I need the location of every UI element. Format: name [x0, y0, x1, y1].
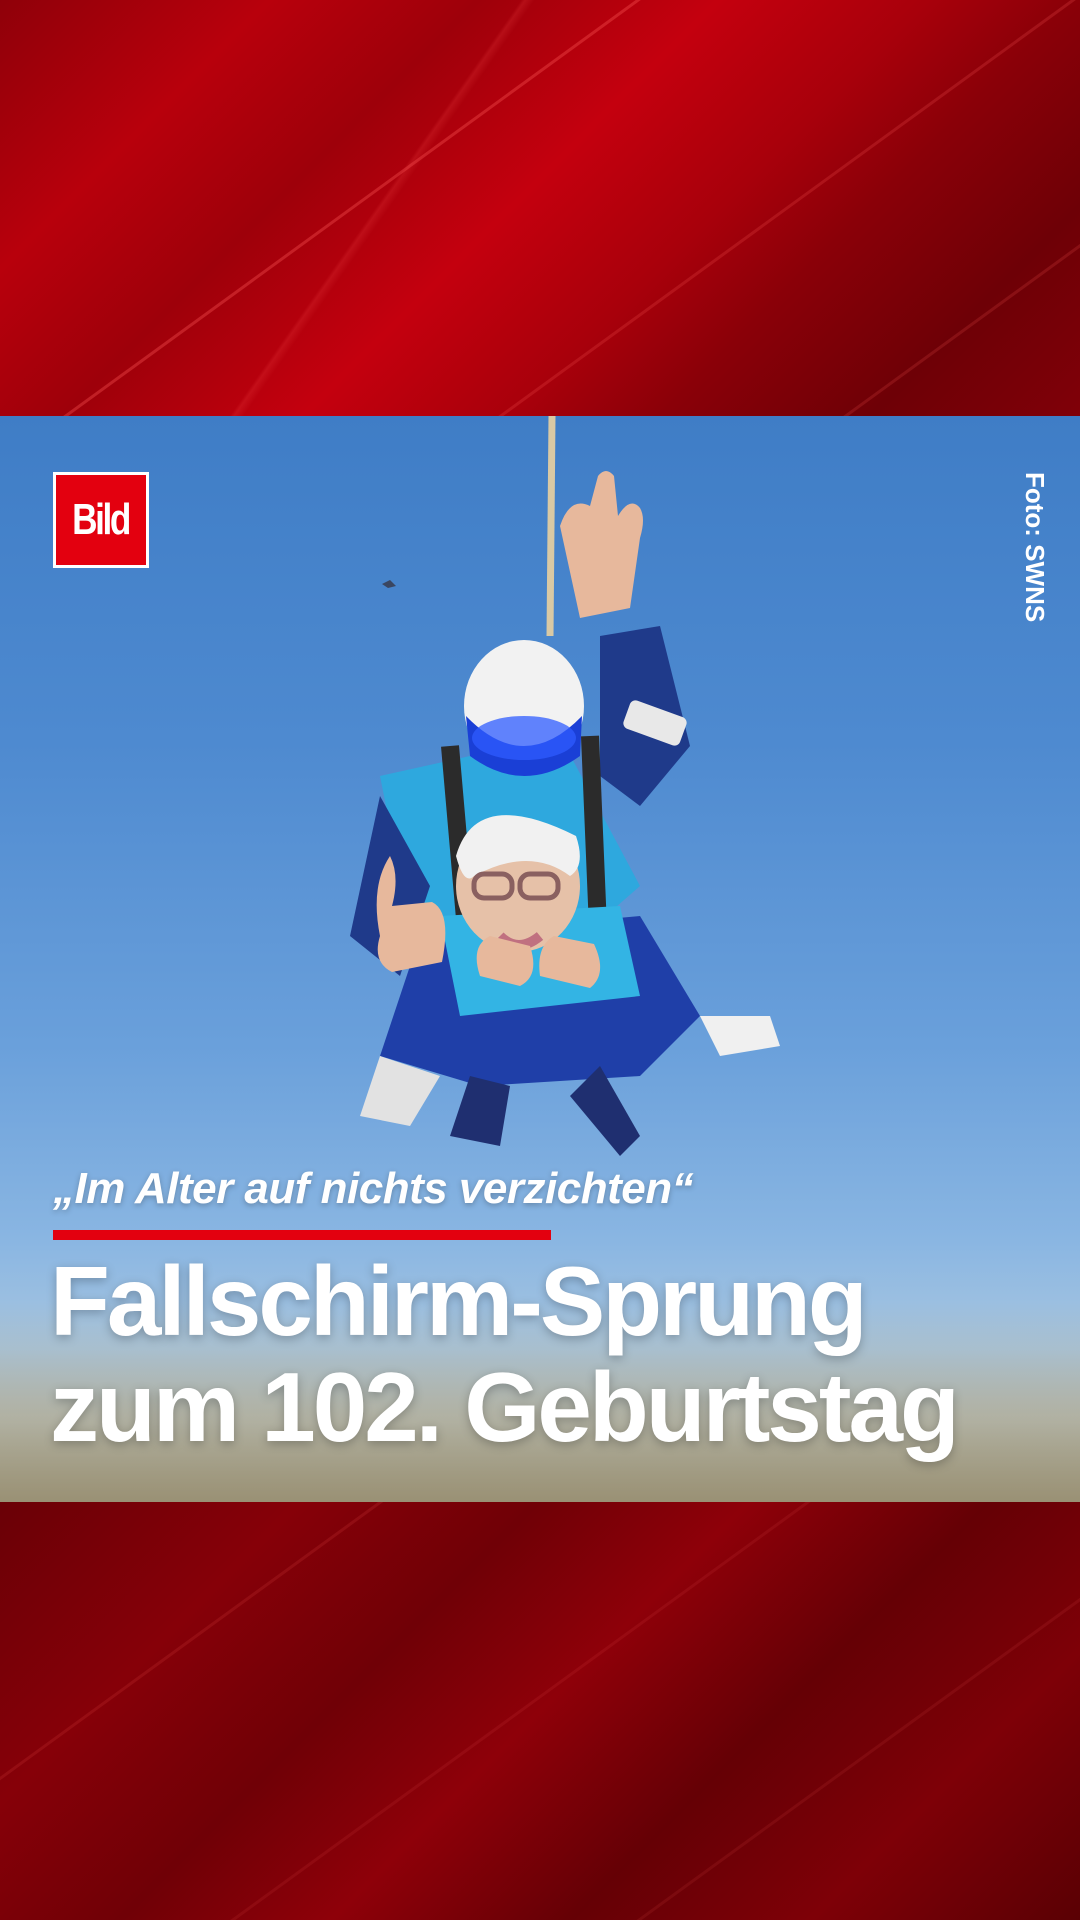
logo-text: Bild — [72, 495, 132, 544]
story-kicker: „Im Alter auf nichts verzichten“ — [53, 1164, 694, 1213]
story-card: Bild Foto: SWNS „Im Alter auf nichts ver… — [0, 0, 1080, 1920]
kicker-underline — [53, 1230, 551, 1240]
decorative-stripe — [700, 0, 1080, 416]
bild-logo: Bild — [53, 472, 149, 568]
photo-credit: Foto: SWNS — [1010, 472, 1050, 642]
skydive-photo: Bild Foto: SWNS „Im Alter auf nichts ver… — [0, 416, 1080, 1502]
story-headline: Fallschirm-Sprung zum 102. Geburtstag — [50, 1248, 1050, 1460]
decorative-stripe — [620, 1502, 1080, 1920]
photo-credit-text: Foto: SWNS — [1020, 472, 1050, 623]
top-background-band — [0, 0, 1080, 416]
headline-line-2: zum 102. Geburtstag — [50, 1352, 960, 1462]
bottom-background-band — [0, 1502, 1080, 1920]
decorative-stripe — [300, 0, 1080, 416]
decorative-stripe — [0, 1502, 935, 1920]
decorative-stripe — [200, 1502, 1080, 1920]
decorative-stripe — [0, 0, 1055, 416]
headline-line-1: Fallschirm-Sprung — [50, 1246, 868, 1356]
